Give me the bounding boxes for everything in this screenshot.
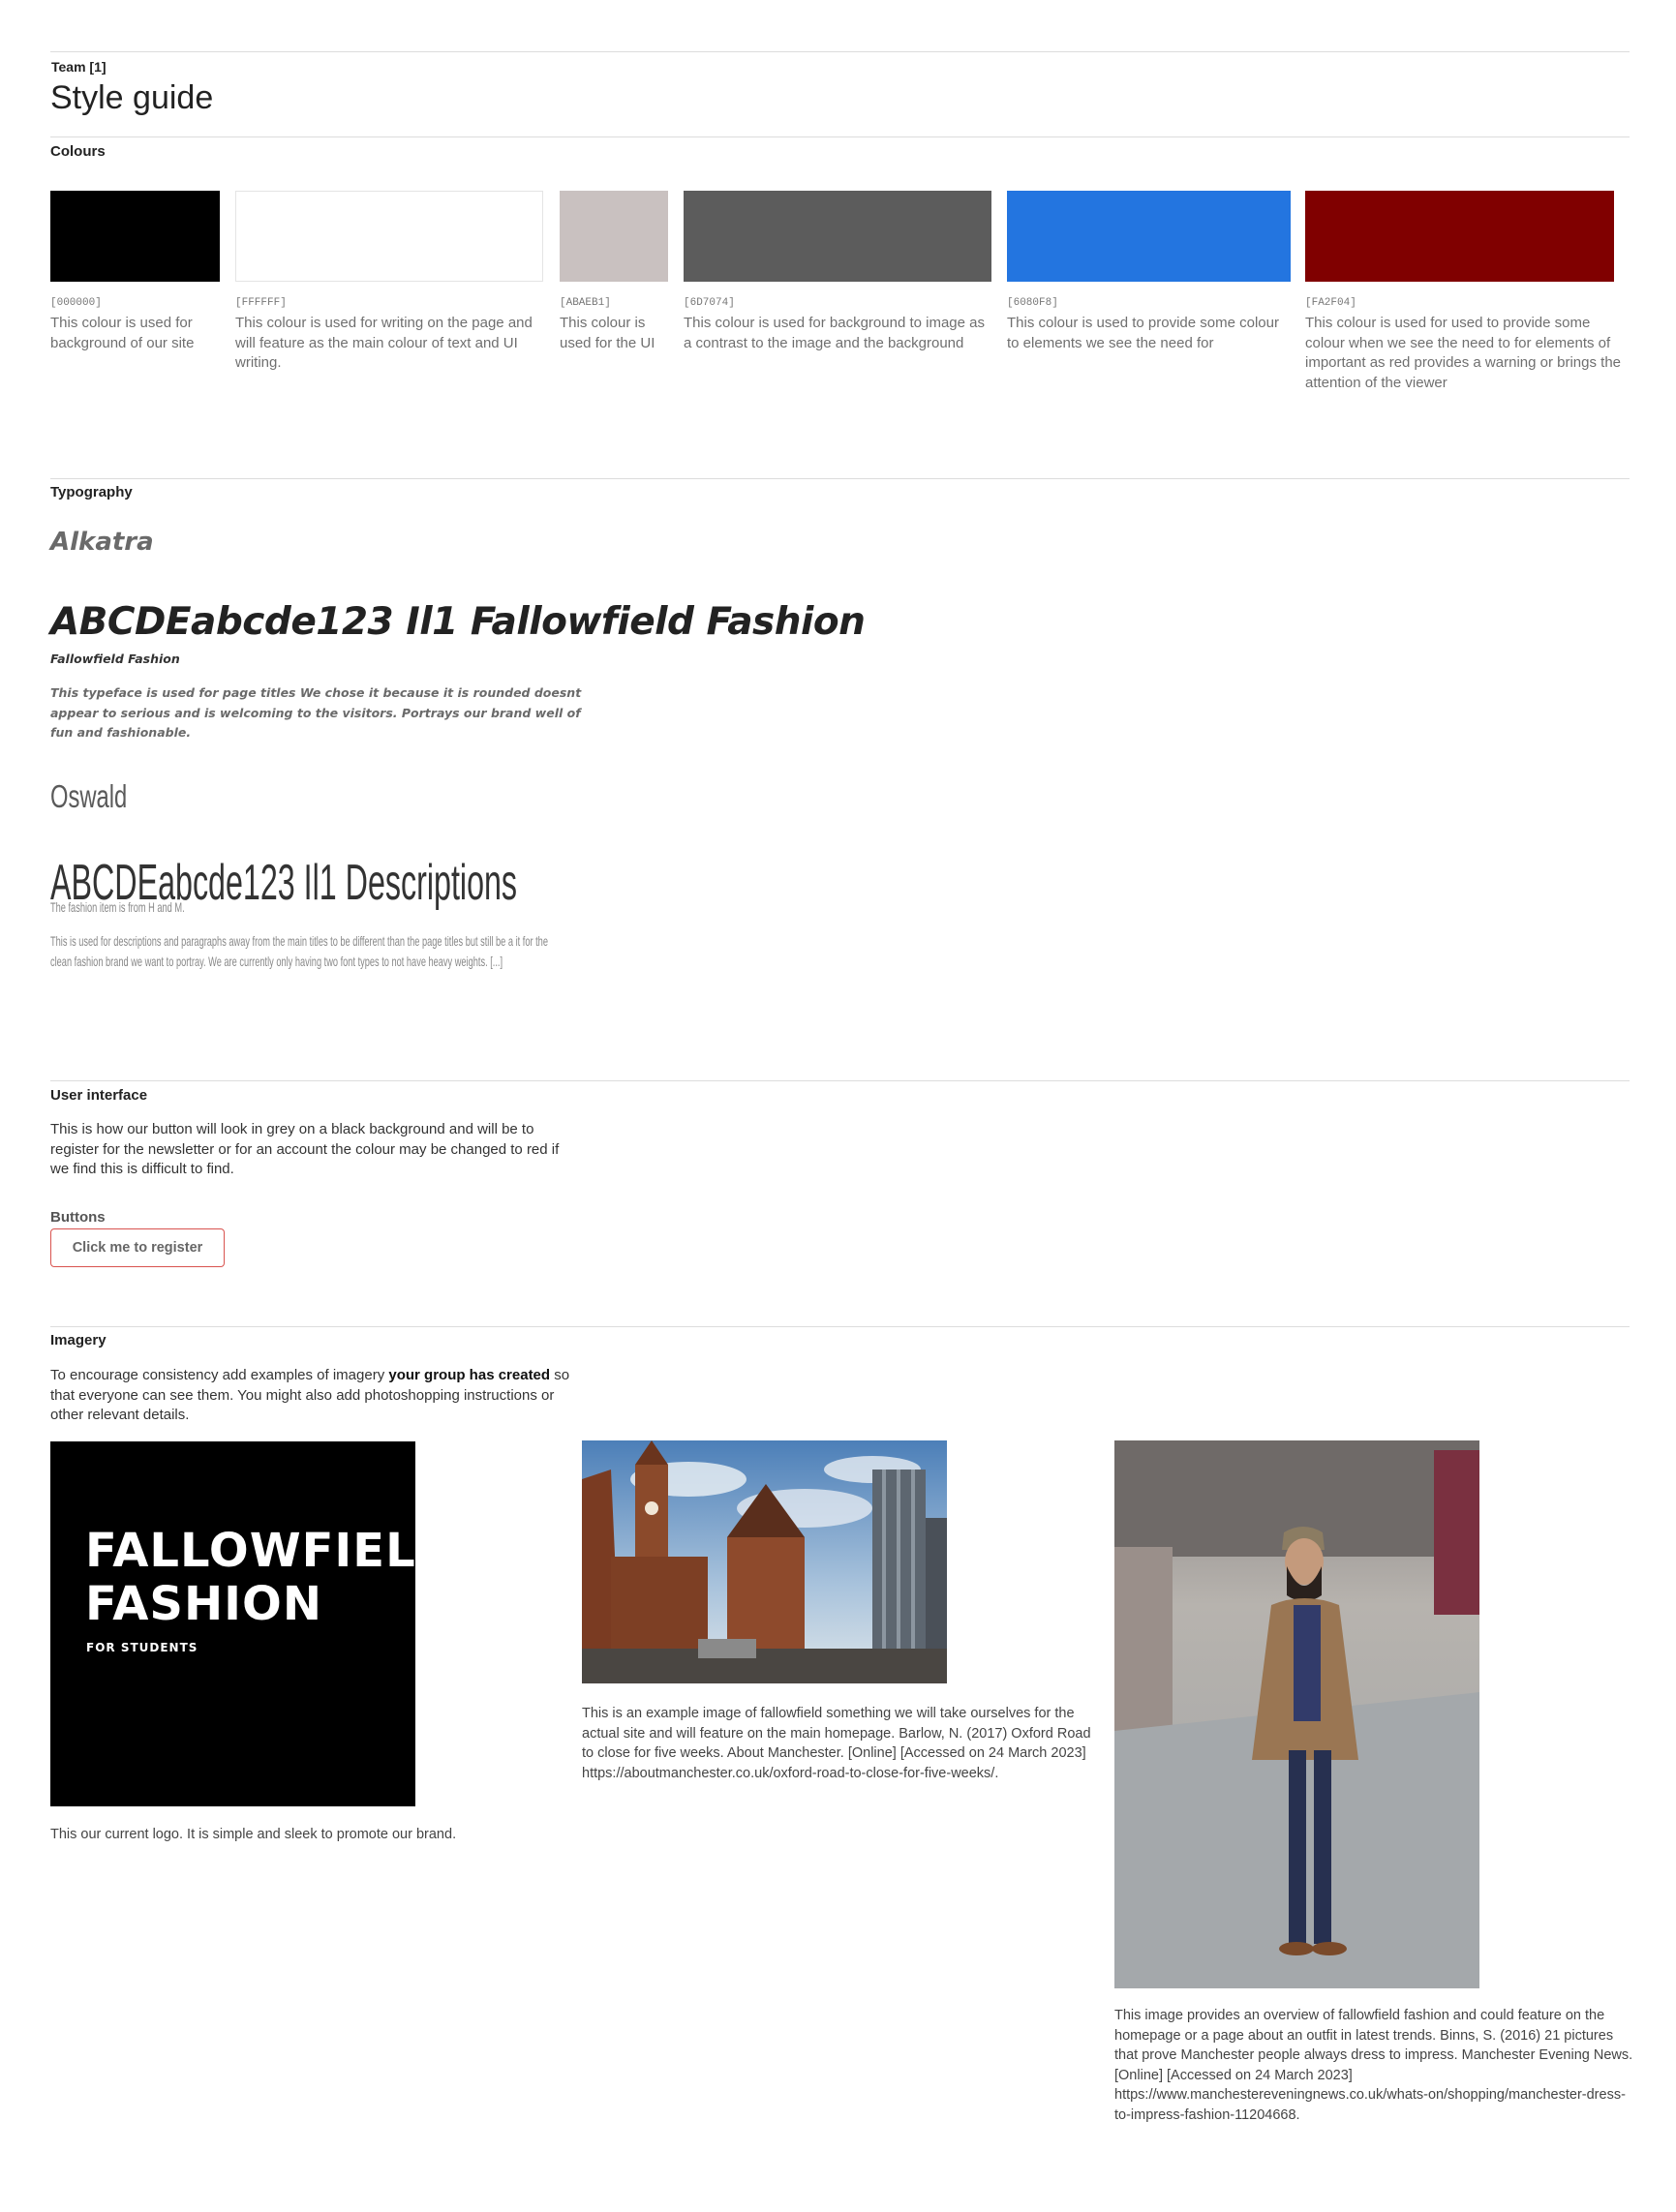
imagery-intro: To encourage consistency add examples of…: [50, 1367, 570, 1423]
swatch-blue: [1007, 191, 1291, 282]
typography-divider: [50, 478, 1630, 479]
logo-tagline: FOR STUDENTS: [86, 1641, 198, 1654]
ui-description: This is how our button will look in grey…: [50, 1121, 560, 1177]
swatch-black: [50, 191, 220, 282]
ui-heading: User interface: [50, 1087, 148, 1104]
font-sample-small-alkatra: Fallowfield Fashion: [50, 651, 180, 666]
register-button[interactable]: Click me to register: [50, 1228, 225, 1267]
font-description-alkatra: This typeface is used for page titles We…: [50, 685, 582, 740]
font-sample-small-oswald: The fashion item is from H and M.: [50, 899, 185, 915]
hex-label: [6080F8]: [1007, 297, 1058, 309]
colours-heading: Colours: [50, 143, 106, 160]
font-description-oswald: This is used for descriptions and paragr…: [50, 933, 548, 969]
swatch-description: This colour is used for writing on the p…: [235, 315, 533, 371]
hex-label: [6D7074]: [684, 297, 735, 309]
swatch-description: This colour is used for background to im…: [684, 315, 985, 351]
page-title: Style guide: [50, 79, 214, 116]
hex-label: [FA2F04]: [1305, 297, 1356, 309]
swatch-description: This colour is used for used to provide …: [1305, 315, 1622, 391]
fashion-person-photo: [1114, 1440, 1479, 1988]
typography-heading: Typography: [50, 484, 133, 500]
logo-image: FALLOWFIELD FASHION FOR STUDENTS: [50, 1441, 455, 1806]
swatch-white: [235, 191, 543, 282]
hex-label: [000000]: [50, 297, 102, 309]
hex-label: [ABAEB1]: [560, 297, 611, 309]
title-divider: [50, 136, 1630, 137]
font-sample-alkatra: ABCDEabcde123 Il1 Fallowfield Fashion: [50, 600, 866, 644]
swatch-description: This colour is used for the UI: [560, 315, 655, 351]
font-name-oswald: Oswald: [50, 778, 128, 814]
hex-label: [FFFFFF]: [235, 297, 287, 309]
swatch-description: This colour is used to provide some colo…: [1007, 315, 1279, 351]
person-caption: This image provides an overview of fallo…: [1114, 2008, 1633, 2123]
logo-caption: This our current logo. It is simple and …: [50, 1827, 457, 1842]
street-photo: [582, 1440, 947, 1683]
swatch-dark-grey: [684, 191, 991, 282]
imagery-intro-bold: your group has created: [388, 1367, 551, 1383]
font-name-alkatra: Alkatra: [50, 528, 154, 557]
logo-line1: FALLOWFIELD: [85, 1524, 456, 1578]
swatch-light-grey: [560, 191, 668, 282]
swatch-red: [1305, 191, 1614, 282]
buttons-label: Buttons: [50, 1209, 106, 1226]
swatch-description: This colour is used for background of ou…: [50, 315, 195, 351]
logo-line2: FASHION: [85, 1577, 323, 1631]
top-divider: [50, 51, 1630, 52]
street-caption: This is an example image of fallowfield …: [582, 1706, 1091, 1781]
ui-divider: [50, 1080, 1630, 1081]
imagery-divider: [50, 1326, 1630, 1327]
imagery-heading: Imagery: [50, 1332, 107, 1348]
team-label: Team [1]: [51, 59, 107, 75]
